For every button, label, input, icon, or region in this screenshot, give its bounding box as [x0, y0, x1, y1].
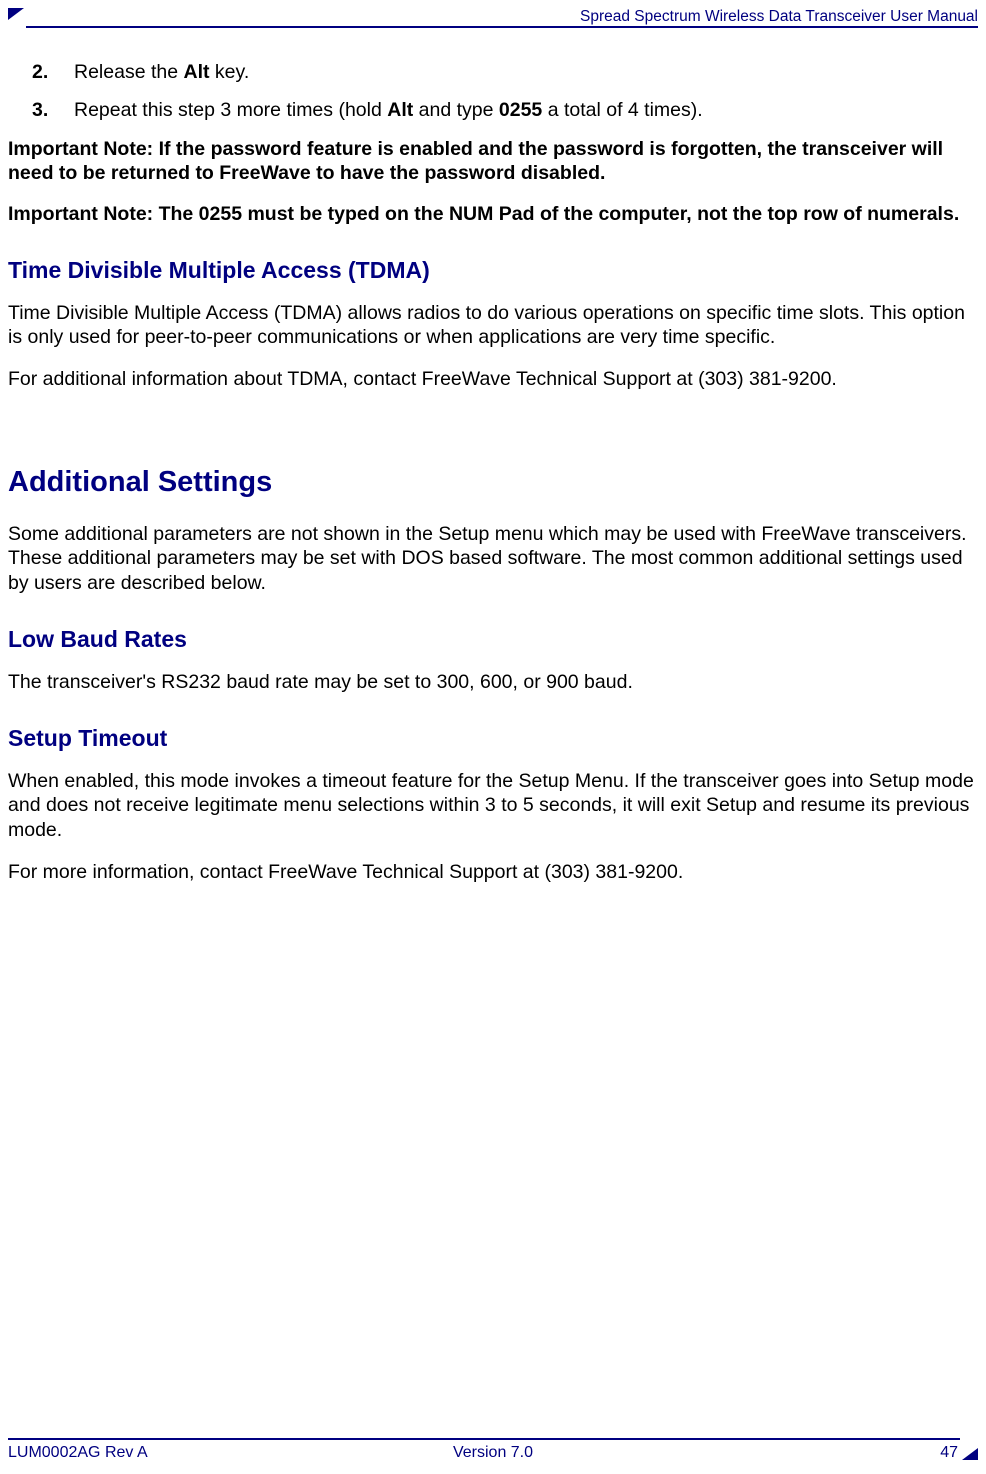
additional-intro: Some additional parameters are not shown…: [8, 522, 978, 595]
tdma-heading: Time Divisible Multiple Access (TDMA): [8, 256, 978, 285]
important-note-2: Important Note: The 0255 must be typed o…: [8, 202, 978, 226]
step-text: Repeat this step 3 more times (hold Alt …: [74, 98, 978, 122]
tdma-p2: For additional information about TDMA, c…: [8, 367, 978, 391]
header-title: Spread Spectrum Wireless Data Transceive…: [576, 8, 978, 26]
page-footer: LUM0002AG Rev A Version 7.0 47: [8, 1438, 978, 1466]
important-note-1: Important Note: If the password feature …: [8, 137, 978, 186]
setup-timeout-heading: Setup Timeout: [8, 724, 978, 753]
tdma-p1: Time Divisible Multiple Access (TDMA) al…: [8, 301, 978, 350]
step-text: Release the Alt key.: [74, 60, 978, 84]
header-triangle-icon: [8, 8, 24, 20]
low-baud-heading: Low Baud Rates: [8, 625, 978, 654]
setup-timeout-p1: When enabled, this mode invokes a timeou…: [8, 769, 978, 842]
page-header: Spread Spectrum Wireless Data Transceive…: [8, 8, 978, 32]
header-rule: [26, 26, 978, 28]
footer-rule: [8, 1438, 960, 1440]
step-number: 3.: [32, 98, 74, 122]
step-number: 2.: [32, 60, 74, 84]
step-2: 2. Release the Alt key.: [32, 60, 978, 84]
page-content: 2. Release the Alt key. 3. Repeat this s…: [8, 60, 978, 903]
setup-timeout-p2: For more information, contact FreeWave T…: [8, 860, 978, 884]
low-baud-p1: The transceiver's RS232 baud rate may be…: [8, 670, 978, 694]
step-3: 3. Repeat this step 3 more times (hold A…: [32, 98, 978, 122]
footer-page-number: 47: [940, 1444, 958, 1462]
footer-version: Version 7.0: [8, 1444, 978, 1462]
additional-settings-heading: Additional Settings: [8, 464, 978, 500]
